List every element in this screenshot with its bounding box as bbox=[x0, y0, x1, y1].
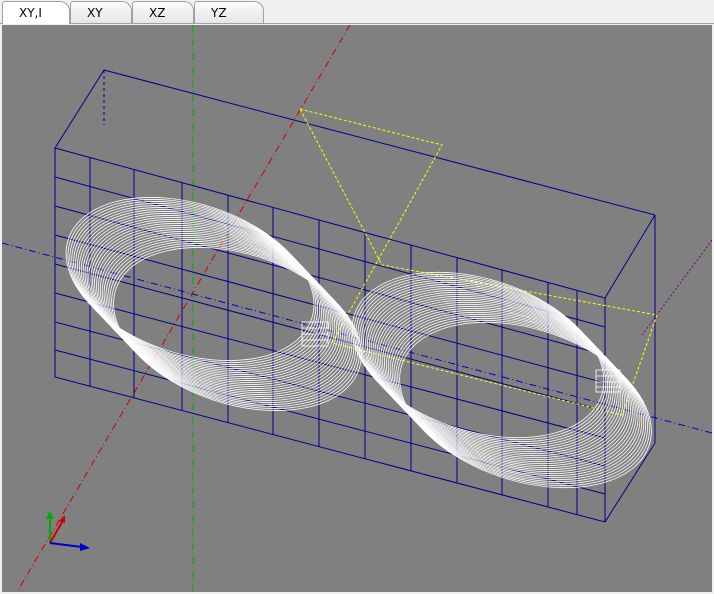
tab-xz[interactable]: XZ bbox=[132, 1, 194, 23]
tab-yz[interactable]: YZ bbox=[194, 1, 264, 23]
tab-xy-i[interactable]: XY,I bbox=[2, 1, 70, 24]
3d-viewport[interactable] bbox=[2, 25, 712, 592]
view-tab-bar: XY,I XY XZ YZ bbox=[0, 0, 714, 24]
tab-xy[interactable]: XY bbox=[70, 1, 132, 23]
